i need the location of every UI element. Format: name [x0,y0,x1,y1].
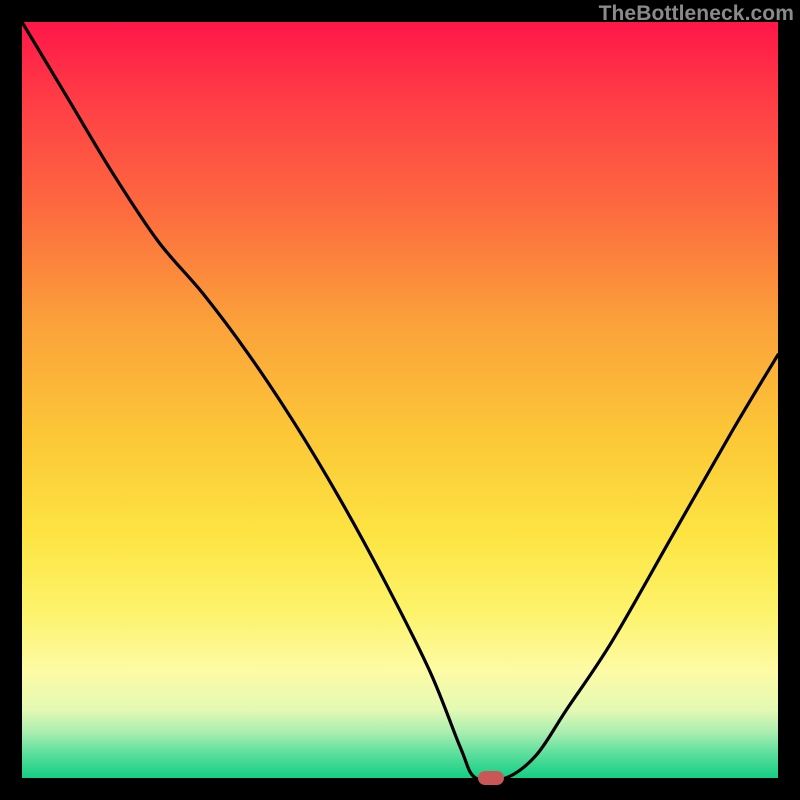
bottleneck-curve [22,22,778,778]
plot-area [22,22,778,778]
chart-frame: TheBottleneck.com [0,0,800,800]
optimal-marker [478,771,504,785]
watermark-text: TheBottleneck.com [599,2,794,26]
